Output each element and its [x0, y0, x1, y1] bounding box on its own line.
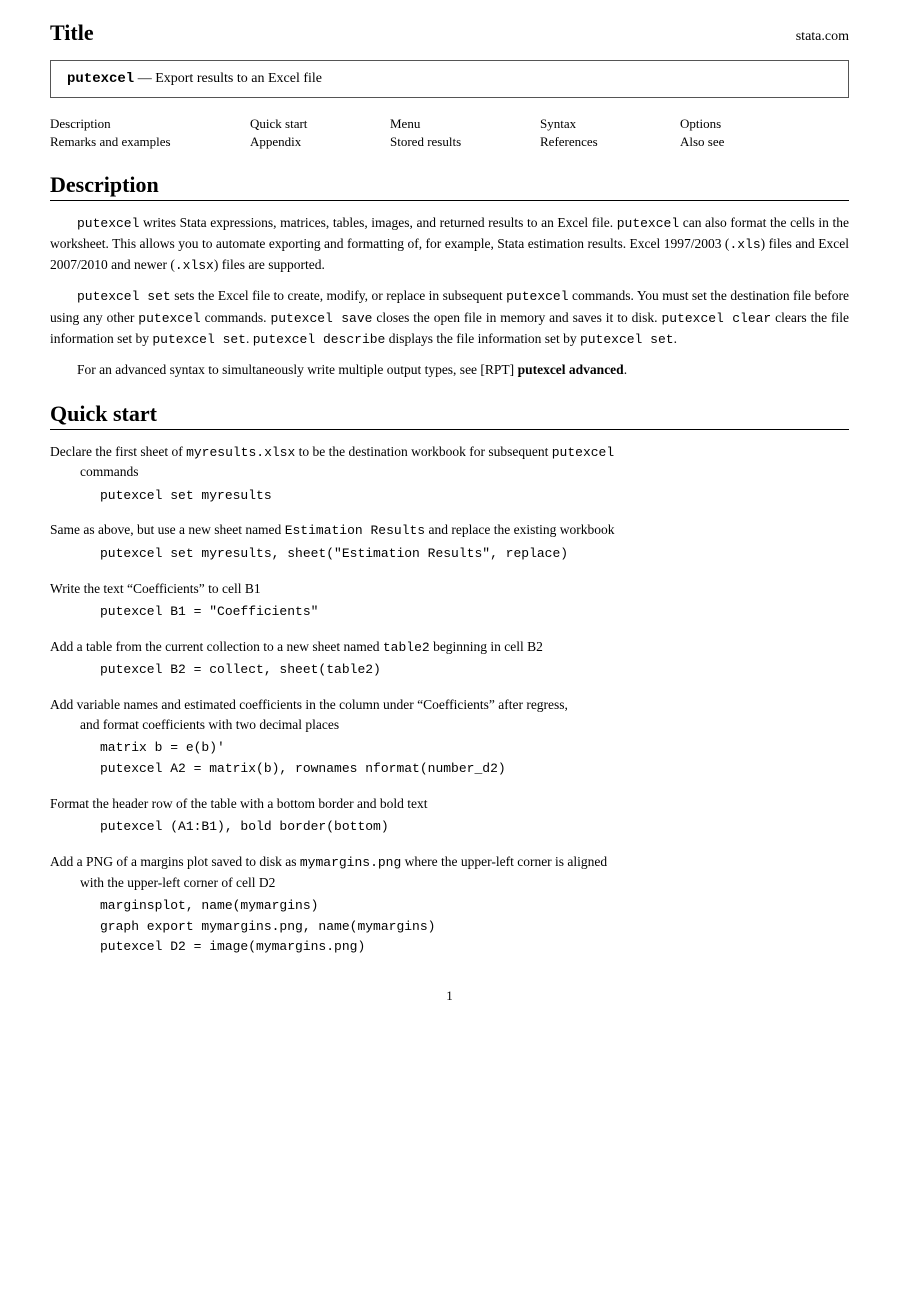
- header-description: Export results to an Excel file: [155, 71, 322, 86]
- nav-stored[interactable]: Stored results: [390, 134, 540, 150]
- qs-i1-code-inline: myresults.xlsx: [186, 445, 295, 460]
- qs-item-7-code: marginsplot, name(mymargins) graph expor…: [100, 896, 849, 958]
- description-para2: putexcel set sets the Excel file to crea…: [50, 286, 849, 349]
- nav-table: Description Quick start Menu Syntax Opti…: [50, 116, 849, 150]
- quickstart-heading: Quick start: [50, 401, 849, 430]
- qs-item-6: Format the header row of the table with …: [50, 794, 849, 838]
- qs-item-4-code: putexcel B2 = collect, sheet(table2): [100, 660, 849, 681]
- qs-item-4: Add a table from the current collection …: [50, 637, 849, 681]
- qs-item-3-code: putexcel B1 = "Coefficients": [100, 602, 849, 623]
- desc-p2-set: putexcel set: [77, 289, 171, 304]
- qs-item-1-code: putexcel set myresults: [100, 486, 849, 507]
- qs-item-4-desc: Add a table from the current collection …: [50, 637, 849, 658]
- header-cmd: putexcel: [67, 71, 134, 87]
- desc-p2-cmd1: putexcel: [506, 289, 568, 304]
- desc-p2-clear: putexcel clear: [661, 311, 771, 326]
- desc-p1-cmd1: putexcel: [77, 216, 139, 231]
- nav-alsosee[interactable]: Also see: [680, 134, 800, 150]
- qs-i4-table2: table2: [383, 640, 430, 655]
- qs-item-7-desc: Add a PNG of a margins plot saved to dis…: [50, 852, 849, 893]
- nav-appendix[interactable]: Appendix: [250, 134, 390, 150]
- qs-item-1: Declare the first sheet of myresults.xls…: [50, 442, 849, 507]
- desc-p2-set3: putexcel set: [580, 332, 674, 347]
- header-dash: —: [138, 71, 152, 86]
- page-title: Title: [50, 20, 94, 46]
- description-heading: Description: [50, 172, 849, 201]
- desc-p2-set2: putexcel set: [152, 332, 246, 347]
- desc-p1-xls: .xls: [729, 237, 760, 252]
- desc-p2-describe: putexcel describe: [253, 332, 386, 347]
- nav-quickstart[interactable]: Quick start: [250, 116, 390, 132]
- qs-item-3: Write the text “Coefficients” to cell B1…: [50, 579, 849, 623]
- qs-i2-estresults: Estimation Results: [285, 523, 425, 538]
- description-section: Description putexcel writes Stata expres…: [50, 172, 849, 381]
- qs-item-5-code: matrix b = e(b)' putexcel A2 = matrix(b)…: [100, 738, 849, 780]
- qs-item-1-desc: Declare the first sheet of myresults.xls…: [50, 442, 849, 483]
- desc-p2-cmd2: putexcel: [138, 311, 200, 326]
- nav-syntax[interactable]: Syntax: [540, 116, 680, 132]
- qs-i1-putexcel: putexcel: [552, 445, 614, 460]
- description-para1: putexcel writes Stata expressions, matri…: [50, 213, 849, 276]
- qs-item-2-code: putexcel set myresults, sheet("Estimatio…: [100, 544, 849, 565]
- qs-item-2: Same as above, but use a new sheet named…: [50, 520, 849, 564]
- page: Title stata.com putexcel — Export result…: [0, 0, 899, 1315]
- qs-item-6-code: putexcel (A1:B1), bold border(bottom): [100, 817, 849, 838]
- qs-item-2-desc: Same as above, but use a new sheet named…: [50, 520, 849, 541]
- qs-item-5: Add variable names and estimated coeffic…: [50, 695, 849, 780]
- nav-remarks[interactable]: Remarks and examples: [50, 134, 250, 150]
- qs-item-7: Add a PNG of a margins plot saved to dis…: [50, 852, 849, 958]
- qs-item-3-desc: Write the text “Coefficients” to cell B1: [50, 579, 849, 599]
- nav-menu[interactable]: Menu: [390, 116, 540, 132]
- page-number: 1: [50, 988, 849, 1004]
- desc-p2-save: putexcel save: [270, 311, 372, 326]
- nav-description[interactable]: Description: [50, 116, 250, 132]
- qs-i7-png: mymargins.png: [300, 855, 401, 870]
- qs-item-5-desc: Add variable names and estimated coeffic…: [50, 695, 849, 736]
- header-box: putexcel — Export results to an Excel fi…: [50, 60, 849, 98]
- nav-options[interactable]: Options: [680, 116, 800, 132]
- site-label: stata.com: [796, 29, 849, 45]
- title-bar: Title stata.com: [50, 20, 849, 46]
- qs-item-6-desc: Format the header row of the table with …: [50, 794, 849, 814]
- desc-p1-xlsx: .xlsx: [175, 258, 214, 273]
- desc-p1-cmd2: putexcel: [617, 216, 679, 231]
- description-para3: For an advanced syntax to simultaneously…: [50, 360, 849, 381]
- quickstart-section: Quick start Declare the first sheet of m…: [50, 401, 849, 958]
- nav-references[interactable]: References: [540, 134, 680, 150]
